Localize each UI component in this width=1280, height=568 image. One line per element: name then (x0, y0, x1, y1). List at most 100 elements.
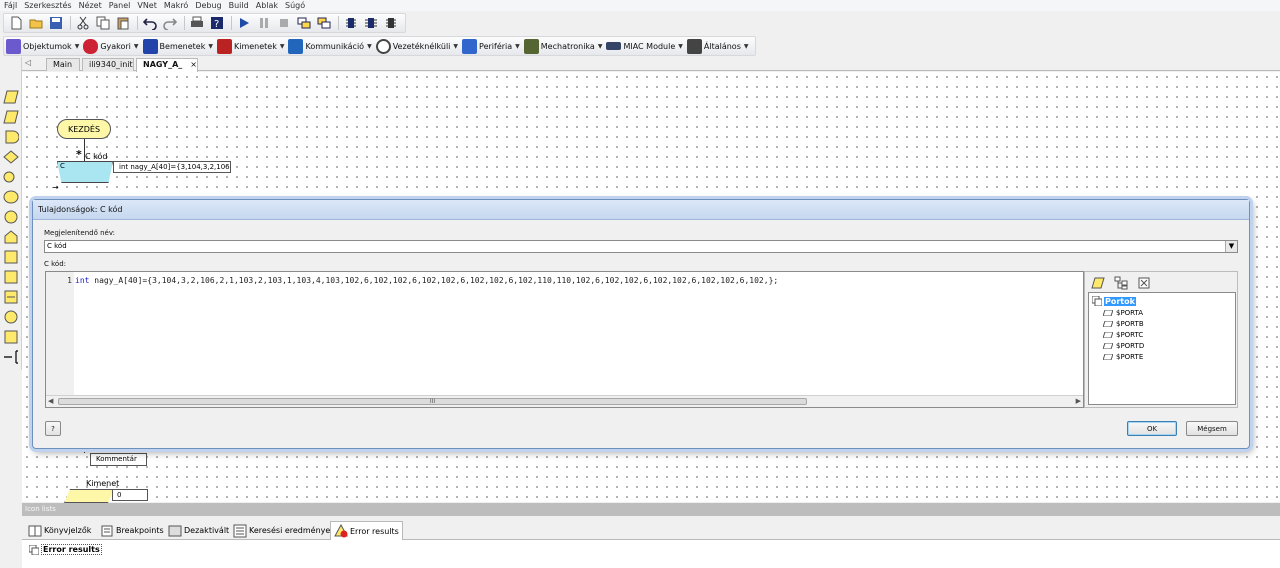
category-outputs[interactable]: Kimenetek ▼ (216, 37, 284, 55)
c-code-block-icon[interactable] (3, 250, 19, 264)
error-results-header[interactable]: Error results (29, 544, 102, 555)
menu-macro[interactable]: Makró (164, 1, 188, 10)
input-block-icon[interactable] (3, 90, 19, 104)
tree-item-portd[interactable]: $PORTD (1103, 342, 1144, 350)
category-label: Objektumok (23, 41, 72, 51)
scroll-grip: III (429, 398, 436, 405)
toolbar-separator (184, 16, 185, 30)
tab-nagy-a[interactable]: NAGY_A_ × (136, 58, 198, 72)
category-label: Általános (703, 41, 741, 51)
display-name-field[interactable]: C kód ▼ (44, 240, 1238, 253)
delete-variable-icon[interactable] (1135, 275, 1153, 291)
tab-search-results[interactable]: Keresési eredmények (230, 521, 338, 540)
help-button[interactable]: ? (45, 421, 61, 436)
c-code-block[interactable] (57, 161, 113, 183)
tab-breakpoints[interactable]: Breakpoints (97, 521, 167, 540)
component-block-icon[interactable] (3, 270, 19, 284)
paste-icon[interactable] (114, 14, 132, 32)
tab-error-results[interactable]: Error results (330, 521, 403, 540)
tab-disabled[interactable]: Dezaktivált (165, 521, 232, 540)
category-objects[interactable]: Objektumok ▼ (6, 37, 79, 55)
line-number-gutter (46, 272, 74, 396)
step-into-icon[interactable] (295, 14, 313, 32)
tree-root-label: Portok (1104, 296, 1136, 306)
menu-file[interactable]: Fájl (4, 1, 17, 10)
tree-expand-icon[interactable] (1112, 275, 1130, 291)
tree-item-label: $PORTB (1116, 320, 1144, 328)
stop-icon[interactable] (275, 14, 293, 32)
menu-vnet[interactable]: VNet (137, 1, 157, 10)
step-over-icon[interactable] (315, 14, 333, 32)
decision-block-icon[interactable] (3, 150, 19, 164)
tree-item-portb[interactable]: $PORTB (1103, 320, 1144, 328)
output-block[interactable] (64, 489, 114, 503)
menu-debug[interactable]: Debug (195, 1, 221, 10)
scroll-left-icon[interactable]: ◀ (48, 397, 53, 405)
scroll-right-icon[interactable]: ▶ (1076, 397, 1081, 405)
run-icon[interactable] (235, 14, 253, 32)
tree-root-ports[interactable]: Portok (1092, 296, 1136, 306)
category-general[interactable]: Általános ▼ (686, 37, 749, 55)
category-peripheral[interactable]: Periféria ▼ (462, 37, 520, 55)
macro-block-icon[interactable] (3, 230, 19, 244)
tree-item-portc[interactable]: $PORTC (1103, 331, 1143, 339)
tab-bookmarks[interactable]: Könyvjelzők (25, 521, 94, 540)
redo-icon[interactable] (161, 14, 179, 32)
port-icon (1103, 310, 1113, 316)
ok-button[interactable]: OK (1127, 421, 1177, 436)
code-label: C kód: (44, 260, 67, 268)
category-wireless[interactable]: Vezetéknélküli ▼ (375, 37, 458, 55)
start-block[interactable]: KEZDÉS (57, 119, 111, 139)
new-file-icon[interactable] (7, 14, 25, 32)
category-inputs[interactable]: Bemenetek ▼ (142, 37, 213, 55)
menu-help[interactable]: Súgó (285, 1, 305, 10)
chip-icon[interactable] (342, 14, 360, 32)
chevron-down-icon[interactable]: ▼ (1225, 241, 1237, 252)
category-mechatronics[interactable]: Mechatronika ▼ (523, 37, 602, 55)
print-icon[interactable] (188, 14, 206, 32)
interrupt-block-icon[interactable] (3, 310, 19, 324)
program-chip-icon[interactable] (382, 14, 400, 32)
help-icon[interactable]: ? (208, 14, 226, 32)
bracket-icon[interactable] (3, 350, 19, 364)
dropdown-arrow-icon: ▼ (743, 42, 749, 50)
add-variable-icon[interactable] (1089, 275, 1107, 291)
copy-icon[interactable] (94, 14, 112, 32)
menu-view[interactable]: Nézet (79, 1, 102, 10)
tab-scroll-left-icon[interactable]: ◁ (25, 58, 31, 67)
menu-edit[interactable]: Szerkesztés (24, 1, 71, 10)
calculation-block-icon[interactable] (3, 190, 19, 204)
category-communication[interactable]: Kommunikáció ▼ (288, 37, 372, 55)
comment-block-icon[interactable] (3, 330, 19, 344)
compile-chip-icon[interactable] (362, 14, 380, 32)
category-common[interactable]: Gyakori ▼ (83, 37, 139, 55)
code-editor[interactable]: 1 int nagy_A[40]={3,104,3,2,106,2,1,103,… (45, 271, 1084, 408)
cancel-button[interactable]: Mégsem (1186, 421, 1238, 436)
menu-panel[interactable]: Panel (109, 1, 131, 10)
tree-item-porta[interactable]: $PORTA (1103, 309, 1143, 317)
ports-tree[interactable]: Portok $PORTA $PORTB $PORTC $PORTD $PORT… (1088, 292, 1236, 405)
open-folder-icon[interactable] (27, 14, 45, 32)
tree-item-porte[interactable]: $PORTE (1103, 353, 1143, 361)
string-block-icon[interactable] (3, 290, 19, 304)
category-label: Kommunikáció (305, 41, 365, 51)
toolbar-separator (137, 16, 138, 30)
tab-main[interactable]: Main (46, 58, 80, 71)
close-tab-icon[interactable]: × (190, 60, 197, 69)
menu-window[interactable]: Ablak (256, 1, 278, 10)
delay-block-icon[interactable] (3, 130, 19, 144)
tab-ili9340-init[interactable]: ili9340_init (82, 58, 134, 71)
horizontal-scrollbar[interactable]: ◀ III ▶ (46, 395, 1083, 407)
cut-icon[interactable] (74, 14, 92, 32)
menu-build[interactable]: Build (229, 1, 249, 10)
loop-block-icon[interactable] (3, 210, 19, 224)
save-icon[interactable] (47, 14, 65, 32)
output-block-icon[interactable] (3, 110, 19, 124)
scrollbar-thumb[interactable]: III (58, 398, 807, 405)
pause-icon[interactable] (255, 14, 273, 32)
category-miac[interactable]: MIAC Module ▼ (606, 37, 683, 55)
undo-icon[interactable] (141, 14, 159, 32)
menu-bar: Fájl Szerkesztés Nézet Panel VNet Makró … (0, 0, 1280, 11)
connection-point-icon[interactable] (3, 170, 19, 184)
comment-block[interactable]: Kommentár (90, 453, 147, 466)
